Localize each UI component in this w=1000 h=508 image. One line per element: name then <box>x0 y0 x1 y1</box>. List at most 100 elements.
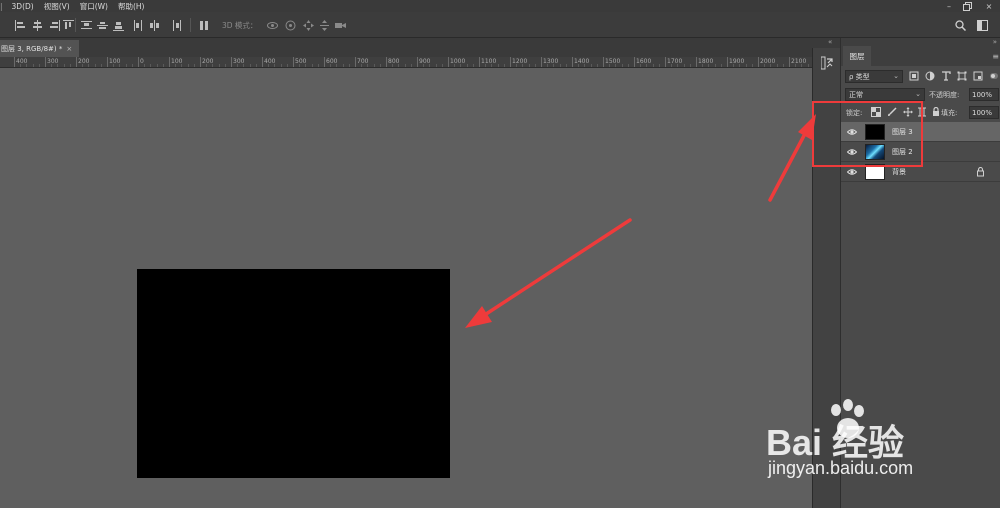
ruler-minor-tick <box>150 64 152 67</box>
3d-slide-icon[interactable] <box>318 19 330 31</box>
filter-pixel-icon[interactable] <box>909 71 919 81</box>
ruler-tick <box>14 57 15 67</box>
ruler-minor-tick <box>286 64 288 67</box>
ruler-tick <box>572 57 573 67</box>
ruler-tick <box>231 57 232 67</box>
chevron-down-icon: ⌄ <box>915 90 921 98</box>
ruler-minor-tick <box>125 64 127 67</box>
ruler-minor-tick <box>652 64 654 67</box>
ruler-tick <box>541 57 542 67</box>
menu-help[interactable]: 帮助(H) <box>113 1 150 12</box>
ruler-label: 2100 <box>791 58 807 65</box>
menu-3d[interactable]: 3D(D) <box>7 2 39 11</box>
ruler-tick <box>45 57 46 67</box>
ruler-minor-tick <box>156 64 158 67</box>
search-icon[interactable] <box>954 19 966 31</box>
ruler-tick <box>634 57 635 67</box>
ruler-tick <box>138 57 139 67</box>
ruler-minor-tick <box>69 64 71 67</box>
separator <box>75 18 76 32</box>
document-tab-title: 图层 3, RGB/8#) * <box>1 44 63 53</box>
document-tab[interactable]: 图层 3, RGB/8#) * × <box>0 40 79 57</box>
lock-all-icon[interactable] <box>931 106 941 117</box>
ruler-minor-tick <box>144 64 146 67</box>
filter-toggle-icon[interactable] <box>989 71 999 81</box>
3d-orbit-icon[interactable] <box>266 19 278 31</box>
ruler-tick <box>107 57 108 67</box>
collapse-panel-icon[interactable]: » <box>993 38 997 46</box>
baidu-jingyan-watermark: Bai 经验 jingyan.baidu.com <box>760 398 960 488</box>
close-window-icon[interactable]: × <box>980 0 998 12</box>
ruler-label: 900 <box>419 58 431 65</box>
horizontal-ruler: 400 300 200 100 0 100 200 300 400 500 600 700 800 900… <box>0 57 812 68</box>
ruler-minor-tick <box>683 64 685 67</box>
workspace-icon[interactable] <box>976 19 988 31</box>
annotation-highlight-box <box>812 101 923 167</box>
ruler-tick <box>727 57 728 67</box>
document-tab-bar: 图层 3, RGB/8#) * × <box>0 38 812 57</box>
ruler-tick <box>758 57 759 67</box>
3d-camera-icon[interactable] <box>334 19 346 31</box>
distribute-left-icon[interactable] <box>132 19 144 31</box>
ruler-minor-tick <box>472 64 474 67</box>
collapse-panels-icon[interactable]: « <box>828 38 832 46</box>
distribute-right-icon[interactable] <box>170 19 182 31</box>
align-right-icon[interactable] <box>48 19 60 31</box>
ruler-minor-tick <box>348 64 350 67</box>
distribute-top-icon[interactable] <box>80 19 92 31</box>
ruler-minor-tick <box>565 64 567 67</box>
ruler-minor-tick <box>689 64 691 67</box>
minimize-icon[interactable]: – <box>940 0 958 12</box>
blend-mode-select[interactable]: 正常 ⌄ <box>845 88 925 101</box>
ruler-minor-tick <box>187 64 189 67</box>
ruler-minor-tick <box>503 64 505 67</box>
ruler-label: 1200 <box>512 58 528 65</box>
opacity-input[interactable]: 100% <box>969 88 999 101</box>
layer-name[interactable]: 背景 <box>892 167 906 177</box>
history-icon[interactable] <box>820 56 833 70</box>
fill-input[interactable]: 100% <box>969 106 999 119</box>
menu-view[interactable]: 视图(V) <box>39 1 75 12</box>
align-center-horizontal-icon[interactable] <box>31 19 43 31</box>
3d-roll-icon[interactable] <box>284 19 296 31</box>
filter-smart-object-icon[interactable] <box>973 71 983 81</box>
align-left-icon[interactable] <box>14 19 26 31</box>
ruler-label: 600 <box>326 58 338 65</box>
tab-layers[interactable]: 图层 <box>843 46 871 66</box>
document-canvas[interactable] <box>0 68 812 508</box>
filter-adjustment-icon[interactable] <box>925 71 935 81</box>
3d-pan-icon[interactable] <box>302 19 314 31</box>
close-tab-icon[interactable]: × <box>66 45 72 53</box>
menu-window[interactable]: 窗口(W) <box>75 1 113 12</box>
panel-menu-icon[interactable]: ≡ <box>992 52 999 61</box>
filter-type-icon[interactable] <box>941 71 951 81</box>
ruler-minor-tick <box>38 64 40 67</box>
layer-3-black-rectangle[interactable] <box>137 269 450 478</box>
distribute-bottom-icon[interactable] <box>112 19 124 31</box>
menu-bar: | 3D(D) 视图(V) 窗口(W) 帮助(H) – × <box>0 0 1000 12</box>
auto-align-icon[interactable] <box>198 19 210 31</box>
ruler-tick <box>262 57 263 67</box>
ruler-minor-tick <box>131 64 133 67</box>
ruler-label: 500 <box>295 58 307 65</box>
ruler-label: 1800 <box>698 58 714 65</box>
ruler-label: 400 <box>16 58 28 65</box>
options-bar: 3D 模式： <box>0 12 1000 38</box>
layer-filter-select[interactable]: ρ 类型 ⌄ <box>845 70 903 83</box>
filter-shape-icon[interactable] <box>957 71 967 81</box>
ruler-minor-tick <box>162 64 164 67</box>
ruler-label: 1400 <box>574 58 590 65</box>
distribute-center-horizontal-icon[interactable] <box>148 19 160 31</box>
ruler-label: 300 <box>47 58 59 65</box>
eye-icon[interactable] <box>846 167 858 177</box>
restore-icon[interactable] <box>958 0 976 12</box>
ruler-minor-tick <box>311 64 313 67</box>
align-top-icon[interactable] <box>62 19 74 31</box>
ruler-minor-tick <box>32 64 34 67</box>
ruler-minor-tick <box>224 64 226 67</box>
ruler-minor-tick <box>590 64 592 67</box>
distribute-center-vertical-icon[interactable] <box>96 19 108 31</box>
blend-mode-row: 正常 ⌄ 不透明度: 100% <box>845 88 999 101</box>
ruler-tick <box>479 57 480 67</box>
ruler-minor-tick <box>255 64 257 67</box>
